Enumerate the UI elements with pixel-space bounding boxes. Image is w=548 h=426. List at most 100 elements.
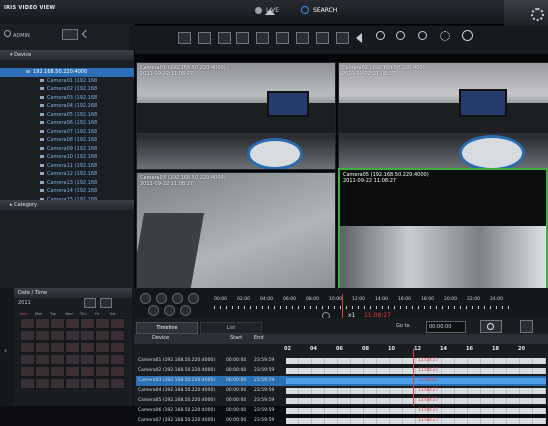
calendar-day-cell[interactable] xyxy=(65,366,80,377)
calendar-day-cell[interactable] xyxy=(35,354,50,365)
calendar-day-cell[interactable] xyxy=(110,342,125,353)
calendar-day-cell[interactable] xyxy=(20,354,35,365)
camera-view-3[interactable]: Camera03 (192.168.50.220:4000) 2011-09-2… xyxy=(136,172,336,290)
layout-4x4-button[interactable] xyxy=(236,32,249,44)
layout-5x5-button[interactable] xyxy=(256,32,269,44)
device-tree-item[interactable]: Camera11 (192.168 xyxy=(0,162,134,171)
search-tab[interactable]: SEARCH xyxy=(301,6,337,14)
zoom-out-icon[interactable] xyxy=(396,31,405,40)
calendar-day-cell[interactable] xyxy=(20,330,35,341)
snapshot-button[interactable] xyxy=(296,32,309,44)
calendar-day-cell[interactable] xyxy=(110,318,125,329)
calendar-day-cell[interactable] xyxy=(35,318,50,329)
calendar-day-cell[interactable] xyxy=(65,378,80,389)
device-tree-item[interactable]: Camera08 (192.168 xyxy=(0,136,134,145)
contrast-icon[interactable] xyxy=(462,30,473,41)
calendar-day-cell[interactable] xyxy=(50,378,65,389)
calendar-next-button[interactable] xyxy=(100,298,112,308)
device-tree-item[interactable]: Camera02 (192.168 xyxy=(0,85,134,94)
fullscreen-button[interactable] xyxy=(276,32,289,44)
calendar-day-cell[interactable] xyxy=(35,366,50,377)
calendar-day-cell[interactable] xyxy=(20,342,35,353)
calendar-day-cell[interactable] xyxy=(50,330,65,341)
device-tree-root[interactable]: 192.168.50.220:4000 xyxy=(0,68,134,77)
step-forward-button[interactable] xyxy=(188,293,199,304)
brightness-icon[interactable] xyxy=(440,31,450,41)
calendar-day-cell[interactable] xyxy=(110,378,125,389)
calendar-day-cell[interactable] xyxy=(35,378,50,389)
device-tree-item[interactable]: Camera12 (192.168 xyxy=(0,170,134,179)
calendar-day-cell[interactable] xyxy=(65,318,80,329)
calendar-day-cell[interactable] xyxy=(65,342,80,353)
fast-forward-button[interactable] xyxy=(180,305,191,316)
calendar-day-cell[interactable] xyxy=(110,366,125,377)
timeline-row[interactable]: Camera04 (192.168.50.220:4000) 00:00:00 23… xyxy=(136,386,546,396)
timeline-row[interactable]: Camera03 (192.168.50.220:4000) 00:00:00 23… xyxy=(136,376,546,386)
goto-search-button[interactable] xyxy=(480,320,502,333)
calendar-day-cell[interactable] xyxy=(20,318,35,329)
camera-view-4[interactable]: Camera05 (192.168.50.220:4000) 2011-09-2… xyxy=(338,168,548,290)
zoom-in-icon[interactable] xyxy=(376,31,385,40)
calendar-day-cell[interactable] xyxy=(110,354,125,365)
calendar-year[interactable]: 2011 xyxy=(18,300,31,306)
previous-icon[interactable] xyxy=(356,33,362,43)
calendar-day-cell[interactable] xyxy=(95,342,110,353)
tab-list[interactable]: List xyxy=(200,322,262,334)
calendar-day-cell[interactable] xyxy=(80,354,95,365)
calendar-day-cell[interactable] xyxy=(50,318,65,329)
calendar-day-cell[interactable] xyxy=(80,330,95,341)
goto-time-input[interactable]: 00:00:00 xyxy=(426,321,466,333)
device-tree-item[interactable]: Camera10 (192.168 xyxy=(0,153,134,162)
calendar-day-cell[interactable] xyxy=(80,366,95,377)
timeline-row[interactable]: Camera05 (192.168.50.220:4000) 00:00:00 23… xyxy=(136,396,546,406)
step-back-button[interactable] xyxy=(156,293,167,304)
calendar-day-cell[interactable] xyxy=(20,378,35,389)
layout-1x1-button[interactable] xyxy=(178,32,191,44)
calendar-day-cell[interactable] xyxy=(65,330,80,341)
calendar-day-cell[interactable] xyxy=(95,366,110,377)
monitor-button[interactable] xyxy=(62,29,78,40)
gear-icon[interactable] xyxy=(531,8,544,21)
record-button[interactable] xyxy=(336,32,349,44)
layout-3x3-button[interactable] xyxy=(218,32,231,44)
timeline-row[interactable]: Camera07 (192.168.50.220:4000) 00:00:00 23… xyxy=(136,416,546,426)
calendar-day-cell[interactable] xyxy=(50,342,65,353)
calendar-day-cell[interactable] xyxy=(95,378,110,389)
layout-2x2-button[interactable] xyxy=(198,32,211,44)
device-tree-item[interactable]: Camera13 (192.168 xyxy=(0,179,134,188)
device-tree-item[interactable]: Camera03 (192.168 xyxy=(0,94,134,103)
calendar-day-cell[interactable] xyxy=(80,342,95,353)
calendar-left-arrow-icon[interactable]: ‹ xyxy=(4,346,7,355)
export-button[interactable] xyxy=(316,32,329,44)
calendar-day-cell[interactable] xyxy=(110,330,125,341)
calendar-day-cell[interactable] xyxy=(50,366,65,377)
category-panel-header[interactable]: ▸ Category xyxy=(0,200,134,210)
calendar-day-cell[interactable] xyxy=(80,318,95,329)
calendar-day-cell[interactable] xyxy=(95,330,110,341)
device-tree-item[interactable]: Camera05 (192.168 xyxy=(0,111,134,120)
rewind-button[interactable] xyxy=(140,293,151,304)
calendar-prev-button[interactable] xyxy=(84,298,96,308)
device-tree-item[interactable]: Camera06 (192.168 xyxy=(0,119,134,128)
timeline-row[interactable]: Camera06 (192.168.50.220:4000) 00:00:00 23… xyxy=(136,406,546,416)
camera-view-2[interactable]: Camera02 (192.168.50.220:4000) 2011-09-2… xyxy=(338,62,548,170)
timeline-row[interactable]: Camera01 (192.168.50.220:4000) 00:00:00 23… xyxy=(136,356,546,366)
live-tab[interactable]: LIVE xyxy=(255,6,279,14)
timeline-settings-button[interactable] xyxy=(520,320,533,333)
calendar-day-cell[interactable] xyxy=(95,354,110,365)
calendar-day-cell[interactable] xyxy=(80,378,95,389)
calendar-day-cell[interactable] xyxy=(50,354,65,365)
zoom-reset-icon[interactable] xyxy=(418,31,427,40)
device-panel-header[interactable]: ▾ Device xyxy=(0,50,134,60)
camera-view-1[interactable]: Camera01 (192.168.50.220:4000) 2011-09-2… xyxy=(136,62,336,170)
tab-timeline[interactable]: Timeline xyxy=(136,322,198,334)
calendar-day-cell[interactable] xyxy=(95,318,110,329)
device-tree-item[interactable]: Camera04 (192.168 xyxy=(0,102,134,111)
slow-button[interactable] xyxy=(148,305,159,316)
device-tree-item[interactable]: Camera09 (192.168 xyxy=(0,145,134,154)
device-tree-item[interactable]: Camera01 (192.168 xyxy=(0,77,134,86)
calendar-day-cell[interactable] xyxy=(20,366,35,377)
timeline-row[interactable]: Camera02 (192.168.50.220:4000) 00:00:00 23… xyxy=(136,366,546,376)
calendar-day-cell[interactable] xyxy=(35,330,50,341)
pause-button[interactable] xyxy=(164,305,175,316)
